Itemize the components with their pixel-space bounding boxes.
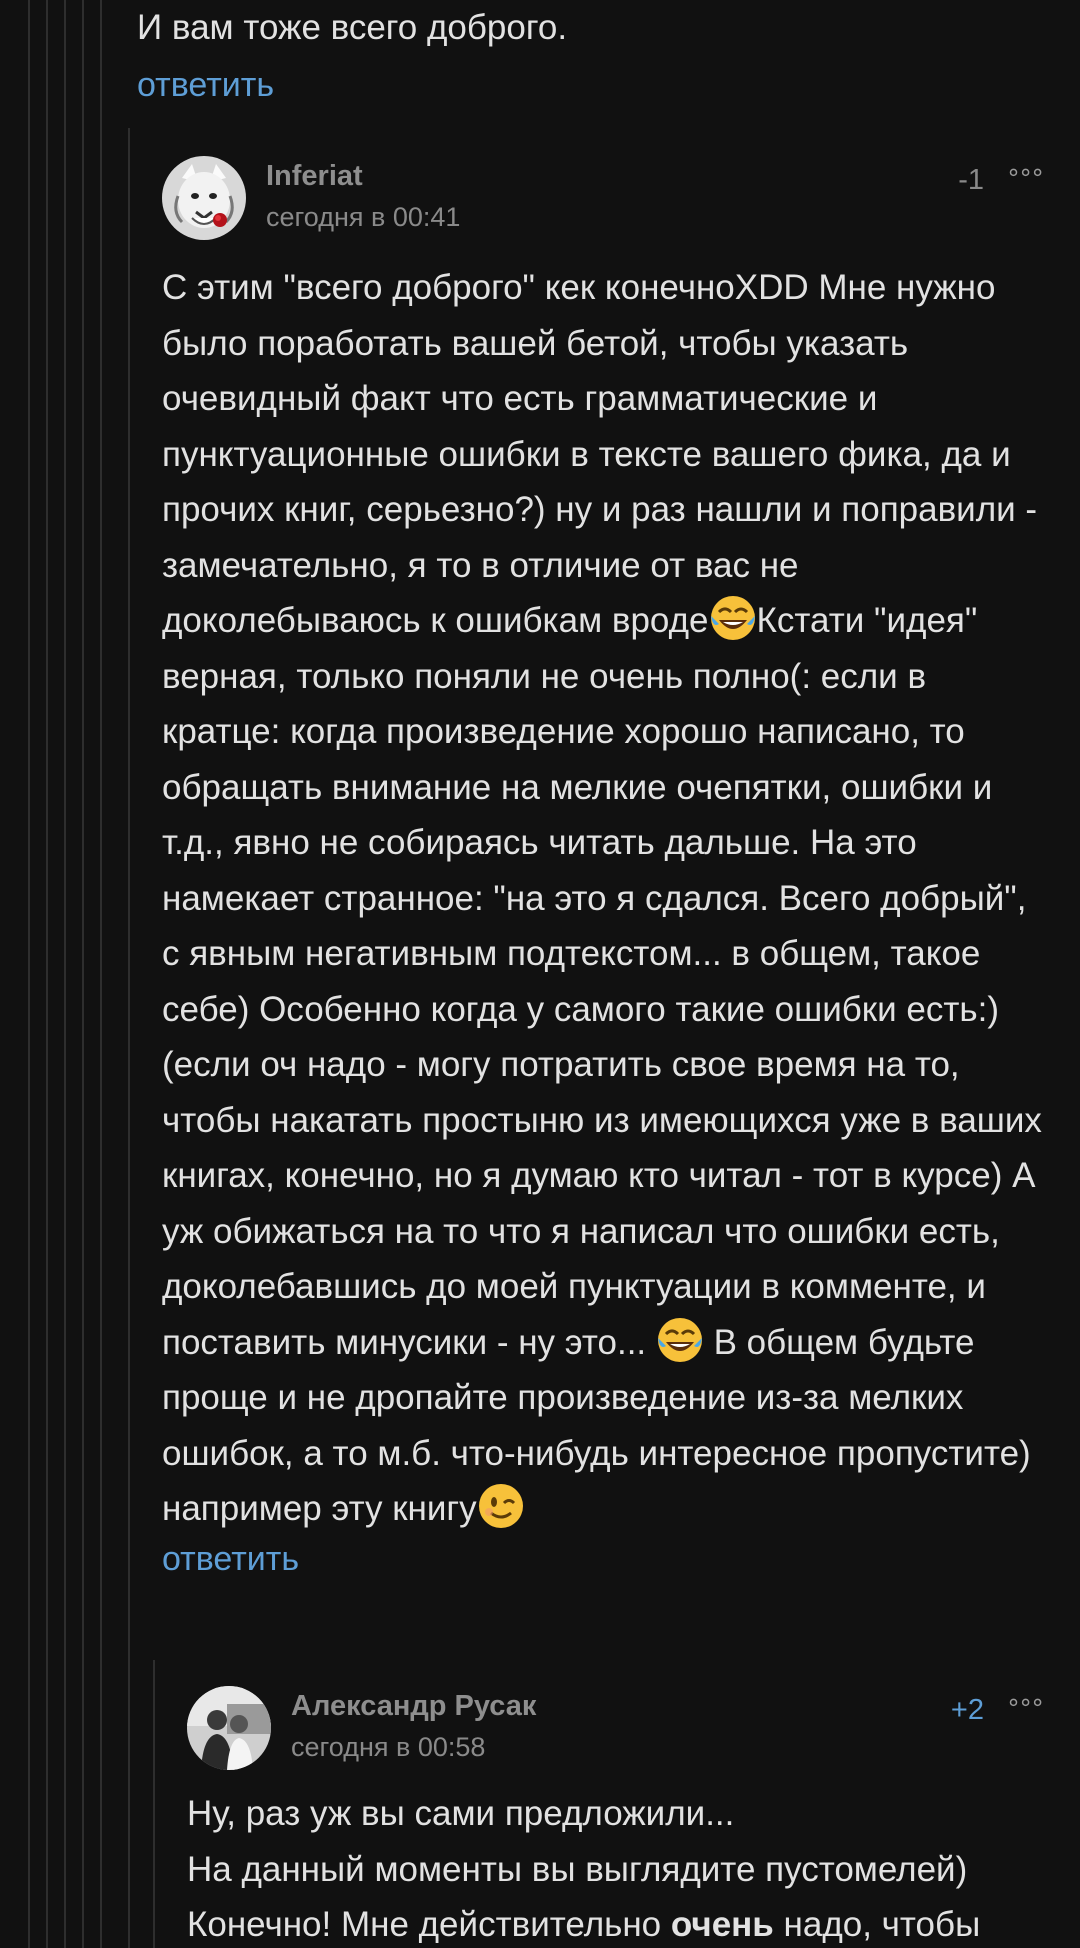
comments-page: И вам тоже всего доброго. ответить Infer… — [0, 0, 1080, 1948]
thread-line — [46, 0, 48, 1948]
reply-link[interactable]: ответить — [162, 1533, 1052, 1585]
thread-line — [128, 128, 130, 1948]
comment-header: Александр Русак сегодня в 00:58 +2 ∘∘∘ — [187, 1686, 1052, 1776]
comment-text: С этим "всего доброго" кек конечноXDD Мн… — [162, 260, 1052, 1537]
comment: Inferiat сегодня в 00:41 -1 ∘∘∘ С этим "… — [162, 156, 1052, 1585]
face-with-tears-of-joy-icon — [656, 1316, 704, 1364]
face-with-tears-of-joy-icon — [709, 594, 757, 642]
comment: Александр Русак сегодня в 00:58 +2 ∘∘∘ Н… — [187, 1686, 1052, 1948]
comment-rating: +2 — [950, 1694, 984, 1726]
comment-text-part: Кстати "идея" верная, только поняли не о… — [162, 601, 1042, 1362]
avatar[interactable] — [162, 156, 246, 240]
comment-text-part: С этим "всего доброго" кек конечноXDD Мн… — [162, 268, 1038, 640]
author-name[interactable]: Александр Русак — [291, 1690, 536, 1723]
comment-line: надо, чтобы — [773, 1905, 981, 1944]
more-options-icon[interactable]: ∘∘∘ — [1006, 1688, 1045, 1717]
author-name[interactable]: Inferiat — [266, 160, 363, 193]
thread-line — [64, 0, 66, 1948]
reply-link[interactable]: ответить — [137, 56, 567, 114]
winking-face-icon — [477, 1482, 525, 1530]
comment-text: И вам тоже всего доброго. — [137, 8, 568, 47]
thread-line — [28, 0, 30, 1948]
thread-line — [153, 1660, 155, 1948]
comment-rating: -1 — [958, 164, 984, 196]
comment-header: Inferiat сегодня в 00:41 -1 ∘∘∘ — [162, 156, 1052, 246]
comment-line: Ну, раз уж вы сами предложили... — [187, 1794, 735, 1833]
comment-time: сегодня в 00:58 — [291, 1732, 486, 1762]
more-options-icon[interactable]: ∘∘∘ — [1006, 158, 1045, 187]
previous-comment-tail: И вам тоже всего доброго. ответить — [137, 0, 567, 114]
bold-text: очень — [670, 1905, 774, 1944]
comment-line: На данный моменты вы выглядите пустомеле… — [187, 1849, 968, 1889]
avatar[interactable] — [187, 1686, 271, 1770]
comment-time: сегодня в 00:41 — [266, 202, 461, 232]
comment-text: Ну, раз уж вы сами предложили... На данн… — [187, 1786, 1057, 1948]
thread-line — [100, 0, 102, 1948]
comment-line: Конечно! Мне действительно — [187, 1905, 671, 1944]
thread-line — [82, 0, 84, 1948]
